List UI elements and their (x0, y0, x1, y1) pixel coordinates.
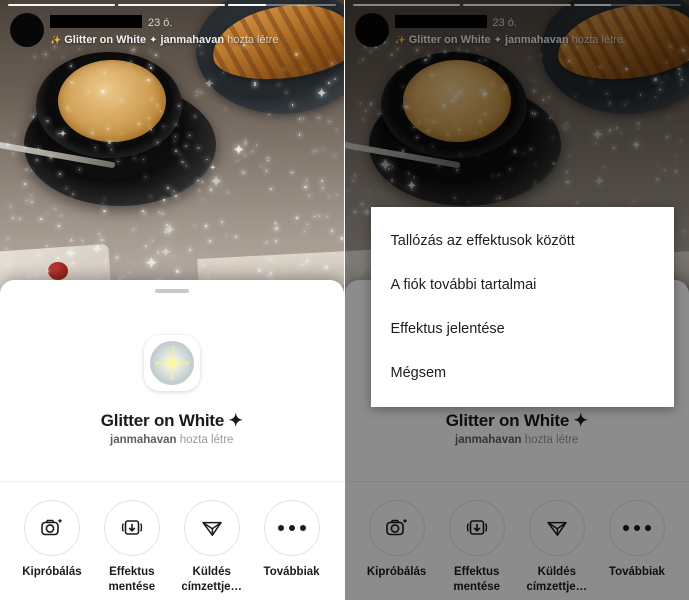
menu-item-report-effect[interactable]: Effektus jelentése (371, 307, 674, 351)
action-more[interactable]: Továbbiak (252, 500, 332, 595)
photo-coffee-crema (58, 60, 166, 142)
dots-group (277, 525, 306, 531)
effect-title: Glitter on White ✦ (100, 411, 243, 430)
story-progress-bars (8, 4, 336, 6)
phone-screen-right: ✦✦✦✦✦✦✦✦✦✦✦✦✦✦✦✦ 23 ó. ✨ Glitter on Whit… (344, 0, 689, 600)
avatar[interactable] (10, 13, 44, 47)
story-header-row: 23 ó. ✨ Glitter on White ✦ janmahavan ho… (8, 13, 336, 47)
effect-bottom-sheet: Glitter on White ✦ janmahavan hozta létr… (0, 280, 344, 600)
more-dots-icon[interactable] (263, 500, 320, 556)
story-progress-segment (228, 4, 336, 6)
dual-screenshot-stage: ✦✦✦✦✦✦✦✦✦✦✦✦✦✦✦✦ 23 ó. ✨ Glitter on Whit… (0, 0, 689, 600)
save-download-icon[interactable] (103, 500, 160, 556)
diamond-icon: ✦ (149, 34, 158, 46)
camera-sparkle-icon[interactable] (23, 500, 80, 556)
photo-berry (48, 262, 68, 280)
action-label: Továbbiak (263, 566, 320, 578)
glitter-orb-icon (149, 341, 194, 385)
drag-handle[interactable] (154, 289, 189, 293)
story-progress-segment (118, 4, 226, 6)
action-send-to[interactable]: Küldés címzettje… (172, 500, 252, 595)
menu-item-cancel[interactable]: Mégsem (371, 351, 674, 395)
menu-item-browse-effects[interactable]: Tallózás az effektusok között (371, 219, 674, 263)
redacted-username (50, 15, 142, 28)
action-label: Küldés címzettje… (181, 566, 243, 594)
menu-item-more-from-account[interactable]: A fiók további tartalmai (371, 263, 674, 307)
effect-author-line: janmahavan hozta létre (110, 434, 233, 446)
story-progress-segment (8, 4, 116, 6)
story-effect-suffix: hozta létre (227, 34, 279, 46)
effect-author: janmahavan (110, 434, 177, 446)
effect-action-bar: Kipróbálás Effektus mentése Küldés címze… (0, 482, 344, 595)
action-try-it[interactable]: Kipróbálás (12, 500, 92, 595)
action-save-effect[interactable]: Effektus mentése (92, 500, 172, 595)
effect-author-suffix: hozta létre (179, 434, 234, 446)
glitter-effect-thumbnail[interactable] (143, 335, 200, 391)
story-header: 23 ó. ✨ Glitter on White ✦ janmahavan ho… (0, 0, 344, 47)
story-header-text: 23 ó. ✨ Glitter on White ✦ janmahavan ho… (50, 13, 278, 46)
story-effect-attribution[interactable]: ✨ Glitter on White ✦ janmahavan hozta lé… (50, 34, 278, 46)
phone-screen-left: ✦✦✦✦✦✦✦✦✦✦✦✦✦✦✦✦ 23 ó. ✨ Glitter on Whit… (0, 0, 344, 600)
story-effect-author: janmahavan (160, 34, 225, 46)
story-timestamp: 23 ó. (148, 17, 173, 29)
send-paper-plane-icon[interactable] (183, 500, 240, 556)
action-label: Effektus mentése (108, 566, 156, 594)
more-options-dialog: Tallózás az effektusok között A fiók tov… (370, 207, 674, 407)
story-effect-name: Glitter on White (64, 34, 147, 46)
sparkle-icon: ✨ (50, 34, 62, 45)
action-label: Kipróbálás (22, 566, 82, 578)
